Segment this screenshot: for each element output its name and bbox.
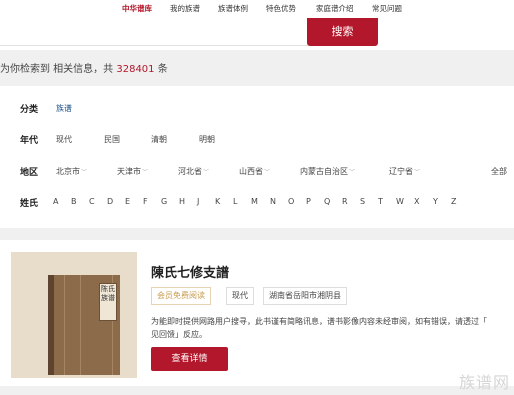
filter-option-region[interactable]: 北京市﹀ xyxy=(56,166,87,177)
book-illustration: 陈氏族谱 xyxy=(48,275,120,375)
nav-item-my-genealogy[interactable]: 我的族谱 xyxy=(170,3,200,14)
surname-letter[interactable]: C xyxy=(89,197,95,206)
result-count: 328401 xyxy=(116,64,155,75)
description-line: 见回馈」反应。 xyxy=(151,330,207,339)
region-name: 辽宁省 xyxy=(389,167,413,176)
book-spine-line xyxy=(80,275,81,375)
top-nav: 中华谱库 我的族谱 族谱体例 特色优势 家庭谱介绍 常见问题 xyxy=(0,0,514,18)
filter-label-surname: 姓氏 xyxy=(20,199,39,209)
surname-letter[interactable]: H xyxy=(179,197,185,206)
result-suffix: 条 xyxy=(154,64,168,75)
surname-letter[interactable]: M xyxy=(251,197,258,206)
tag-location: 湖南省岳阳市湘阴县 xyxy=(263,287,347,305)
chevron-down-icon: ﹀ xyxy=(264,169,271,176)
nav-item-features[interactable]: 特色优势 xyxy=(266,3,296,14)
book-spine-line xyxy=(64,275,65,375)
region-name: 天津市 xyxy=(117,167,141,176)
region-name: 山西省 xyxy=(239,167,263,176)
book-cover-image[interactable]: 陈氏族谱 xyxy=(11,252,137,378)
filter-row-surname: 姓氏 A B C D E F G H J K L M N O P Q R S T… xyxy=(0,196,514,210)
chevron-down-icon: ﹀ xyxy=(142,169,149,176)
nav-item-genealogy-style[interactable]: 族谱体例 xyxy=(218,3,248,14)
chevron-down-icon: ﹀ xyxy=(81,169,88,176)
surname-letter[interactable]: W xyxy=(396,197,404,206)
surname-letter[interactable]: G xyxy=(161,197,167,206)
region-name: 北京市 xyxy=(56,167,80,176)
nav-item-home[interactable]: 中华谱库 xyxy=(122,3,152,14)
result-prefix: 为你检索到 相关信息，共 xyxy=(0,64,117,75)
nav-item-family-intro[interactable]: 家庭谱介绍 xyxy=(316,3,354,14)
surname-letter[interactable]: D xyxy=(107,197,113,206)
filter-option-era[interactable]: 明朝 xyxy=(199,134,215,145)
region-name: 河北省 xyxy=(178,167,202,176)
nav-item-faq[interactable]: 常见问题 xyxy=(372,3,402,14)
surname-letter[interactable]: A xyxy=(53,197,58,206)
surname-letter[interactable]: Q xyxy=(324,197,330,206)
filter-option-era[interactable]: 现代 xyxy=(56,134,72,145)
book-title[interactable]: 陳氏七修支譜 xyxy=(151,262,229,281)
chevron-down-icon: ﹀ xyxy=(349,169,356,176)
book-description: 为能即时提供网路用户搜寻，此书谨有简略讯息，谱书影像内容未经审阅，如有错误，请透… xyxy=(151,315,514,341)
filter-label-category: 分类 xyxy=(20,105,39,115)
result-summary: 为你检索到 相关信息，共 328401 条 xyxy=(0,60,168,75)
surname-letter[interactable]: F xyxy=(143,197,148,206)
search-input[interactable] xyxy=(0,18,308,46)
chevron-down-icon: ﹀ xyxy=(203,169,210,176)
surname-letter[interactable]: E xyxy=(125,197,130,206)
filter-option-region[interactable]: 辽宁省﹀ xyxy=(389,166,420,177)
filter-option-region[interactable]: 山西省﹀ xyxy=(239,166,270,177)
book-cover-label: 陈氏族谱 xyxy=(99,283,117,321)
filter-option-era[interactable]: 清朝 xyxy=(151,134,167,145)
search-button[interactable]: 搜索 xyxy=(307,18,378,46)
surname-letter[interactable]: P xyxy=(306,197,311,206)
surname-letter[interactable]: B xyxy=(71,197,77,206)
surname-letter[interactable]: K xyxy=(215,197,220,206)
filter-row-region: 地区 北京市﹀ 天津市﹀ 河北省﹀ 山西省﹀ 内蒙古自治区﹀ 辽宁省﹀ 全部 xyxy=(0,165,514,179)
surname-letter[interactable]: X xyxy=(414,197,419,206)
surname-letter[interactable]: J xyxy=(197,197,199,206)
surname-letter[interactable]: R xyxy=(342,197,348,206)
tag-era: 现代 xyxy=(226,287,254,305)
genealogy-card: 陈氏族谱 陳氏七修支譜 会员免费阅读 现代 湖南省岳阳市湘阴县 为能即时提供网路… xyxy=(0,240,514,386)
filter-panel: 分类 族谱 年代 现代 民国 清朝 明朝 地区 北京市﹀ 天津市﹀ 河北省﹀ 山… xyxy=(0,86,514,228)
surname-letter[interactable]: T xyxy=(378,197,383,206)
surname-letter[interactable]: L xyxy=(233,197,237,206)
search-bar: 搜索 xyxy=(0,18,514,50)
filter-option-region[interactable]: 河北省﹀ xyxy=(178,166,209,177)
surname-letter[interactable]: S xyxy=(360,197,365,206)
filter-option-region-all[interactable]: 全部 xyxy=(491,166,507,177)
description-line: 为能即时提供网路用户搜寻，此书谨有简略讯息，谱书影像内容未经审阅，如有错误，请透… xyxy=(151,317,487,326)
filter-option-era[interactable]: 民国 xyxy=(104,134,120,145)
site-watermark: 族谱网 xyxy=(458,373,510,392)
filter-option-region[interactable]: 内蒙古自治区﹀ xyxy=(300,166,355,177)
tag-member-free: 会员免费阅读 xyxy=(151,287,211,305)
filter-row-category: 分类 族谱 xyxy=(0,102,514,116)
chevron-down-icon: ﹀ xyxy=(414,169,421,176)
region-name: 内蒙古自治区 xyxy=(300,167,348,176)
surname-letter[interactable]: O xyxy=(288,197,294,206)
filter-option-region[interactable]: 天津市﹀ xyxy=(117,166,148,177)
filter-label-region: 地区 xyxy=(20,168,39,178)
filter-option-category[interactable]: 族谱 xyxy=(56,103,72,114)
filter-label-era: 年代 xyxy=(20,136,39,146)
surname-letter[interactable]: Z xyxy=(451,197,456,206)
surname-letter[interactable]: N xyxy=(270,197,276,206)
filter-row-era: 年代 现代 民国 清朝 明朝 xyxy=(0,133,514,147)
view-details-button[interactable]: 查看详情 xyxy=(151,347,228,371)
surname-letter[interactable]: Y xyxy=(433,197,438,206)
